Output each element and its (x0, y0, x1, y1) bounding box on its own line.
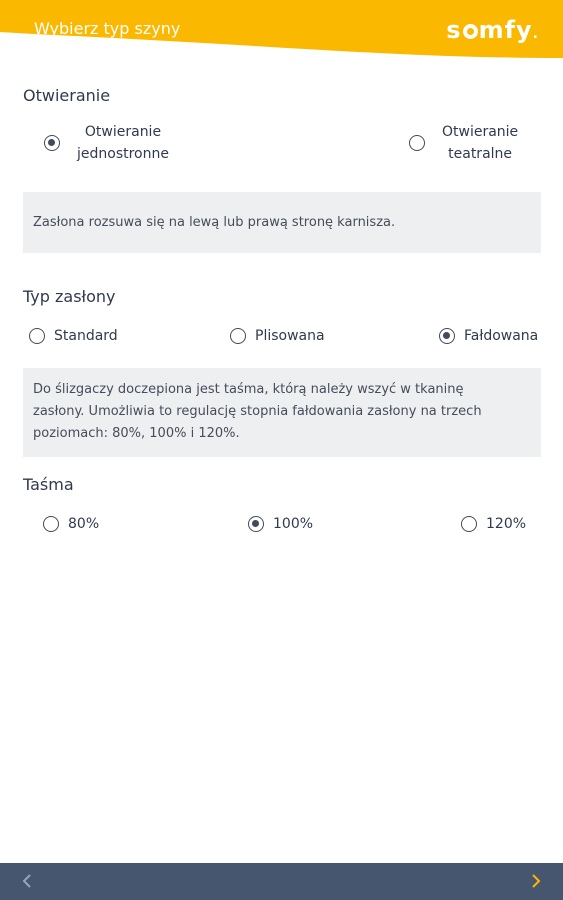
radio-label-line1: Otwieranie (84, 124, 162, 140)
page-title: Wybierz typ szyny (34, 19, 181, 38)
radio-label-line2: teatralne (448, 146, 513, 162)
radio-tape-80[interactable]: 80% (43, 516, 99, 532)
radio-label: Plisowana (255, 328, 325, 344)
description-line: Do ślizgaczy doczepiona jest taśma, któr… (33, 382, 464, 397)
curtain-type-description: Do ślizgaczy doczepiona jest taśma, któr… (23, 368, 541, 457)
radio-curtain-gathered[interactable]: Fałdowana (439, 328, 538, 344)
logo-o-icon (462, 24, 478, 39)
radio-opening-theatrical[interactable]: Otwieranie teatralne (409, 121, 518, 165)
radio-label: 100% (273, 516, 314, 532)
description-line: zasłony. Umożliwia to regulację stopnia … (33, 404, 482, 419)
header-bar: Wybierz typ szyny s mfy. (0, 0, 563, 62)
radio-label: Otwieranie teatralne (442, 121, 518, 165)
somfy-logo: s mfy. (446, 16, 539, 44)
radio-circle[interactable] (29, 328, 45, 344)
radio-circle-selected[interactable] (44, 135, 60, 151)
curtain-type-section-title: Typ zasłony (23, 287, 116, 306)
radio-label-line1: Otwieranie (442, 124, 519, 140)
opening-description: Zasłona rozsuwa się na lewą lub prawą st… (23, 192, 541, 253)
radio-curtain-standard[interactable]: Standard (29, 328, 118, 344)
description-line: poziomach: 80%, 100% i 120%. (33, 426, 240, 441)
chevron-left-icon[interactable] (20, 871, 34, 895)
radio-circle-selected[interactable] (439, 328, 455, 344)
logo-mark: . (532, 26, 539, 42)
radio-label: Otwieranie jednostronne (77, 121, 169, 165)
radio-tape-120[interactable]: 120% (461, 516, 526, 532)
footer-nav-bar (0, 863, 563, 900)
radio-curtain-pleated[interactable]: Plisowana (230, 328, 325, 344)
chevron-right-icon[interactable] (529, 871, 543, 895)
radio-label: Fałdowana (464, 328, 539, 344)
radio-opening-one-sided[interactable]: Otwieranie jednostronne (44, 121, 169, 165)
logo-text-right: mfy (478, 16, 533, 44)
radio-tape-100[interactable]: 100% (248, 516, 313, 532)
logo-text-left: s (446, 16, 462, 44)
radio-circle-selected[interactable] (248, 516, 264, 532)
radio-label-line2: jednostronne (77, 146, 169, 162)
radio-circle[interactable] (461, 516, 477, 532)
radio-label: 80% (68, 516, 100, 532)
radio-label: 120% (486, 516, 527, 532)
radio-circle[interactable] (230, 328, 246, 344)
radio-label: Standard (54, 328, 118, 344)
opening-section-title: Otwieranie (23, 86, 111, 105)
tape-section-title: Taśma (23, 475, 74, 494)
radio-circle[interactable] (43, 516, 59, 532)
radio-circle[interactable] (409, 135, 425, 151)
